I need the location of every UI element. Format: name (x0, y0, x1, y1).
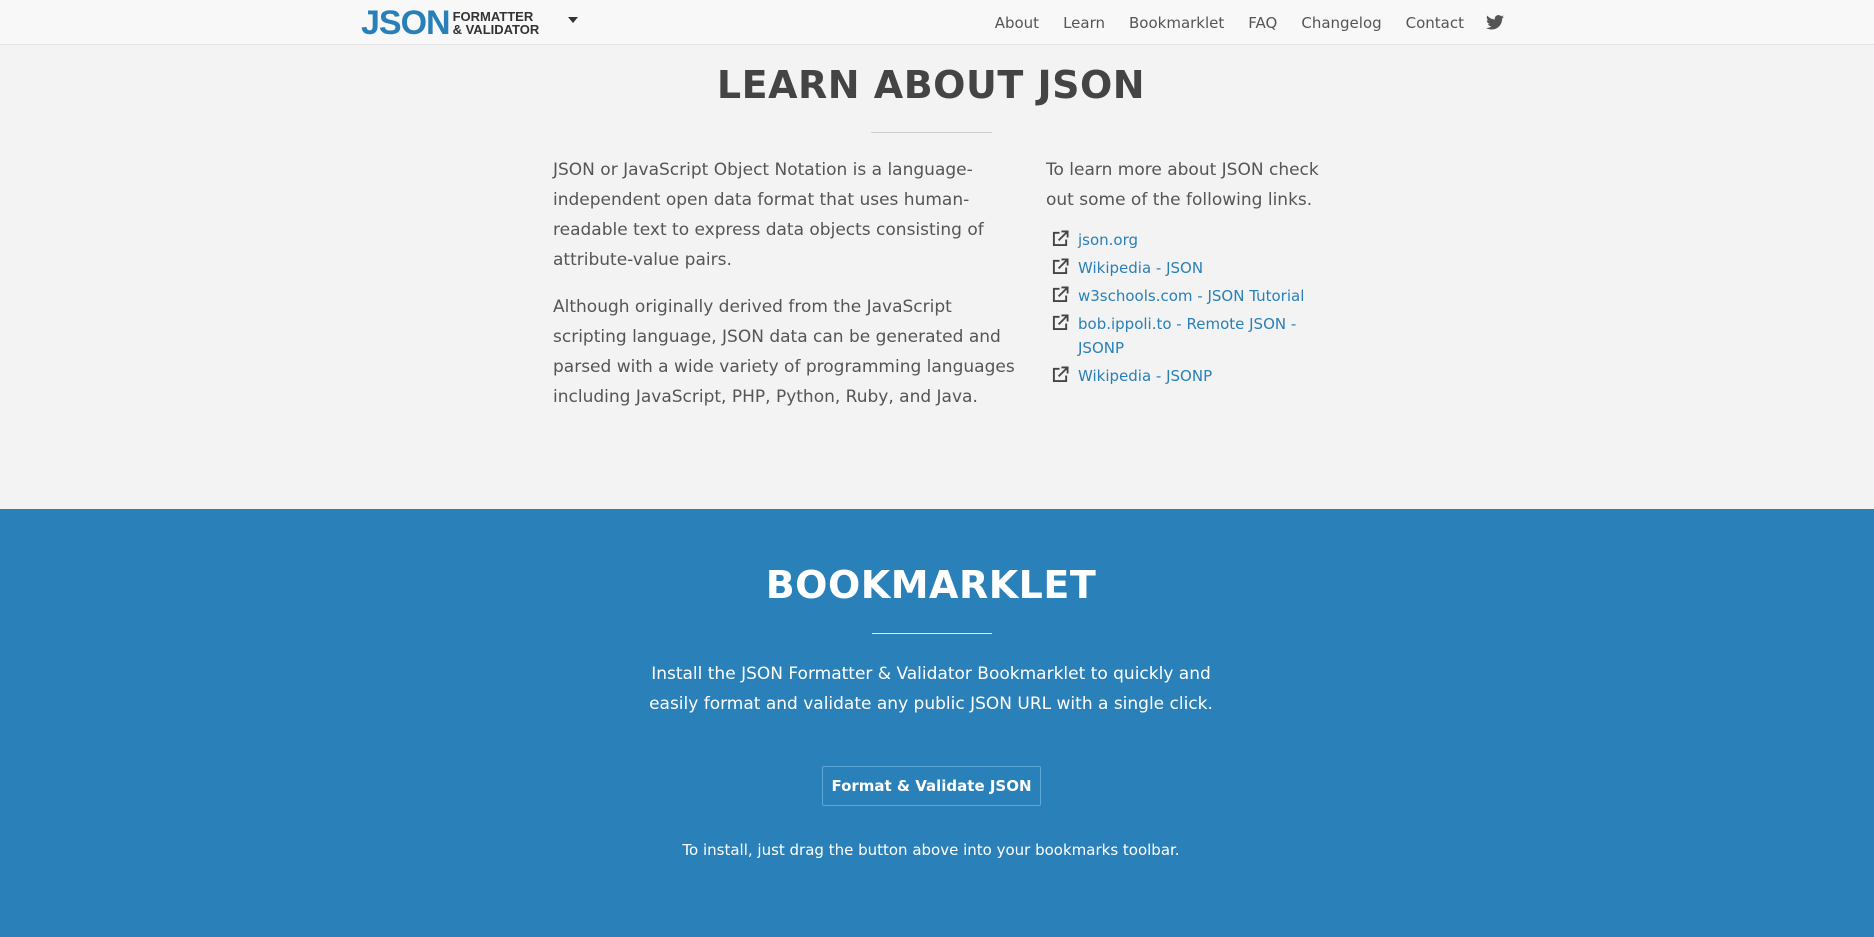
external-link-icon (1052, 258, 1069, 275)
external-link-icon (1052, 230, 1069, 247)
external-link-icon (1052, 286, 1069, 303)
bookmarklet-section: BOOKMARKLET Install the JSON Formatter &… (0, 509, 1874, 937)
nav-about[interactable]: About (995, 14, 1039, 32)
learn-paragraph-1: JSON or JavaScript Object Notation is a … (553, 160, 984, 270)
link-wikipedia-jsonp[interactable]: Wikipedia - JSONP (1078, 364, 1308, 388)
bookmarklet-hint: To install, just drag the button above i… (682, 841, 1180, 859)
link-remote-json[interactable]: bob.ippoli.to - Remote JSON - JSONP (1078, 312, 1308, 360)
nav-changelog[interactable]: Changelog (1301, 14, 1381, 32)
external-link-icon (1052, 366, 1069, 383)
link-json-org[interactable]: json.org (1078, 228, 1308, 252)
list-item: bob.ippoli.to - Remote JSON - JSONP (1046, 312, 1326, 360)
brand-subtitle-line2: & VALIDATOR (452, 21, 540, 37)
learn-section: LEARN ABOUT JSON JSON or JavaScript Obje… (0, 45, 1874, 509)
list-item: json.org (1046, 228, 1326, 252)
brand-json-text: JSON (361, 3, 451, 42)
nav-faq[interactable]: FAQ (1248, 14, 1277, 32)
links-list: json.org Wikipedia - JSON w3schools.com … (1046, 228, 1326, 388)
learn-divider (871, 132, 992, 133)
link-wikipedia-json[interactable]: Wikipedia - JSON (1078, 256, 1308, 280)
caret-down-icon[interactable] (568, 17, 578, 23)
bookmarklet-title: BOOKMARKLET (765, 563, 1097, 607)
nav-learn[interactable]: Learn (1063, 14, 1105, 32)
main-nav: About Learn Bookmarklet FAQ Changelog Co… (971, 0, 1504, 45)
learn-links-column: To learn more about JSON check out some … (1046, 155, 1326, 392)
link-w3schools[interactable]: w3schools.com - JSON Tutorial (1078, 284, 1308, 308)
learn-title: LEARN ABOUT JSON (716, 63, 1146, 107)
learn-paragraph-2: Although originally derived from the Jav… (553, 297, 1015, 407)
format-validate-button[interactable]: Format & Validate JSON (822, 766, 1041, 806)
list-item: Wikipedia - JSONP (1046, 364, 1326, 388)
bookmarklet-description: Install the JSON Formatter & Validator B… (649, 664, 1213, 714)
nav-contact[interactable]: Contact (1406, 14, 1464, 32)
nav-bookmarklet[interactable]: Bookmarklet (1129, 14, 1224, 32)
brand-subtitle: FORMATTER & VALIDATOR (453, 10, 540, 36)
external-link-icon (1052, 314, 1069, 331)
twitter-icon[interactable] (1486, 15, 1504, 30)
bookmarklet-divider (872, 633, 992, 634)
list-item: Wikipedia - JSON (1046, 256, 1326, 280)
learn-description: JSON or JavaScript Object Notation is a … (553, 155, 1023, 429)
brand-logo[interactable]: JSON FORMATTER & VALIDATOR (361, 4, 539, 41)
top-navbar: JSON FORMATTER & VALIDATOR About Learn B… (0, 0, 1874, 45)
links-intro: To learn more about JSON check out some … (1046, 160, 1319, 210)
list-item: w3schools.com - JSON Tutorial (1046, 284, 1326, 308)
brand-subtitle-line1: FORMATTER (452, 8, 534, 24)
